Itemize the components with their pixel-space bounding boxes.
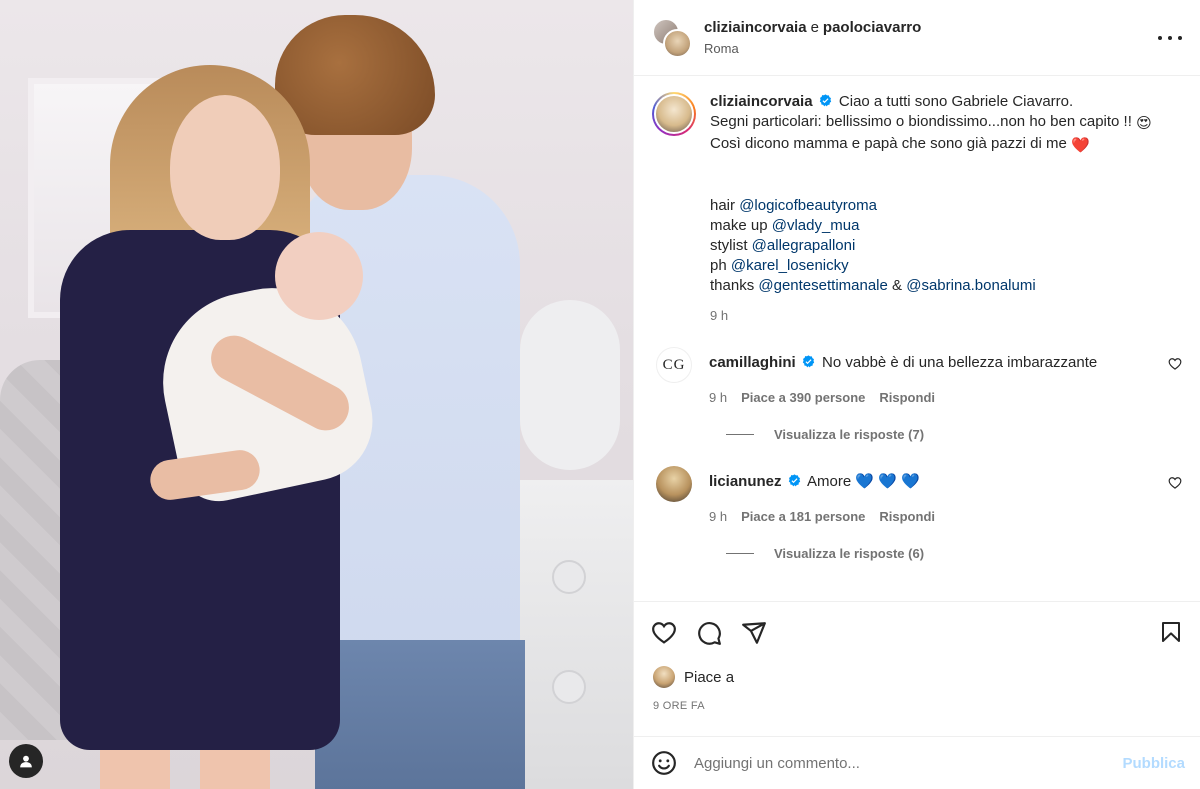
collab-avatars[interactable] — [652, 17, 692, 58]
mention-link[interactable]: @logicofbeautyroma — [739, 197, 877, 214]
more-options-button[interactable] — [1158, 28, 1182, 48]
comments-scroll-area[interactable]: cliziaincorvaia Ciao a tutti sono Gabrie… — [634, 76, 1200, 601]
save-button[interactable] — [1159, 619, 1185, 647]
mention-link[interactable]: @vlady_mua — [772, 217, 860, 234]
baby-head — [275, 232, 363, 320]
commenter-avatar[interactable]: CG — [656, 347, 692, 383]
avatar — [663, 28, 692, 58]
caption-username[interactable]: cliziaincorvaia — [710, 93, 813, 110]
reply-button[interactable]: Rispondi — [879, 509, 935, 524]
collab-username[interactable]: paolociavarro — [823, 19, 921, 36]
comment-button[interactable] — [695, 619, 723, 647]
comment-time[interactable]: 9 h — [709, 390, 727, 405]
share-icon — [742, 622, 766, 644]
heart-icon — [652, 622, 676, 644]
post-photo[interactable] — [0, 0, 633, 789]
add-comment-bar: Pubblica — [634, 736, 1200, 789]
comment-item: CG camillaghini No vabbè è di una bellez… — [652, 347, 1182, 405]
blue-hearts-emoji: 💙 💙 💙 — [855, 473, 920, 490]
verified-badge-icon — [802, 355, 815, 368]
man-hair — [275, 15, 435, 135]
commenter-username[interactable]: camillaghini — [709, 354, 796, 371]
view-replies-button[interactable]: Visualizza le risposte (6) — [708, 546, 1182, 561]
verified-badge-icon — [819, 94, 831, 107]
mention-link[interactable]: @sabrina.bonalumi — [906, 277, 1035, 294]
bookmark-icon — [1162, 622, 1180, 642]
likes-summary[interactable]: Piace a — [634, 664, 1200, 690]
man-jeans — [315, 640, 525, 789]
commenter-avatar[interactable] — [656, 466, 692, 502]
mention-link[interactable]: @karel_losenicky — [731, 257, 849, 274]
comment-text: Amore — [807, 473, 852, 490]
credit-line: hair @logicofbeautyroma — [710, 197, 877, 214]
caption-line-1: Ciao a tutti sono Gabriele Ciavarro. — [838, 93, 1074, 110]
author-avatar[interactable] — [652, 92, 696, 136]
caption-timestamp[interactable]: 9 h — [710, 308, 1182, 323]
comment-likes-link[interactable]: Piace a 390 persone — [741, 390, 865, 405]
heart-eyes-emoji: 😍 — [1136, 115, 1152, 132]
reply-button[interactable]: Rispondi — [879, 390, 935, 405]
emoji-icon — [652, 751, 676, 775]
collab-conjunction: e — [810, 19, 819, 36]
emoji-button[interactable] — [650, 749, 678, 777]
tagged-users-button[interactable] — [9, 744, 43, 778]
credit-line: stylist @allegrapalloni — [710, 237, 856, 254]
liker-avatar — [653, 666, 675, 688]
background-plush-toy — [520, 300, 620, 470]
caption-line-2: Segni particolari: bellissimo o biondiss… — [710, 113, 1132, 130]
share-button[interactable] — [740, 619, 768, 647]
verified-badge-icon — [788, 474, 800, 487]
location-link[interactable]: Roma — [704, 41, 921, 56]
publish-button[interactable]: Pubblica — [1122, 755, 1185, 772]
like-button[interactable] — [650, 619, 678, 647]
comment-time[interactable]: 9 h — [709, 509, 727, 524]
comment-input[interactable] — [694, 754, 1123, 772]
woman-face — [170, 95, 280, 240]
credit-line: ph @karel_losenicky — [710, 257, 849, 274]
mention-link[interactable]: @allegrapalloni — [752, 237, 856, 254]
post-header: cliziaincorvaia e paolociavarro Roma — [634, 0, 1200, 76]
more-horizontal-icon — [1158, 36, 1162, 40]
comment-likes-link[interactable]: Piace a 181 persone — [741, 509, 865, 524]
post-actions: Piace a 9 ORE FA — [634, 601, 1200, 712]
caption-line-3: Così dicono mamma e papà che sono già pa… — [710, 135, 1067, 152]
likes-text: Piace a — [684, 668, 735, 686]
author-username[interactable]: cliziaincorvaia — [704, 19, 807, 36]
view-replies-button[interactable]: Visualizza le risposte (7) — [708, 427, 1182, 442]
user-icon — [20, 755, 32, 768]
thanks-line: thanks @gentesettimanale & @sabrina.bona… — [710, 277, 1036, 294]
comment-icon — [698, 622, 721, 645]
mention-link[interactable]: @gentesettimanale — [758, 277, 887, 294]
comment-item: licianunez Amore 💙 💙 💙 9 h Piace a 181 p… — [652, 466, 1182, 524]
post-time-ago[interactable]: 9 ORE FA — [634, 690, 1200, 712]
credit-line: make up @vlady_mua — [710, 217, 860, 234]
commenter-username[interactable]: licianunez — [709, 473, 782, 490]
comment-like-heart-icon[interactable] — [1168, 476, 1182, 490]
comment-like-heart-icon[interactable] — [1168, 357, 1182, 371]
post-caption: cliziaincorvaia Ciao a tutti sono Gabrie… — [652, 92, 1182, 296]
comment-text: No vabbè è di una bellezza imbarazzante — [822, 354, 1098, 371]
post-details-panel: cliziaincorvaia e paolociavarro Roma clizi… — [633, 0, 1200, 789]
red-heart-emoji: ❤️ — [1071, 137, 1090, 154]
